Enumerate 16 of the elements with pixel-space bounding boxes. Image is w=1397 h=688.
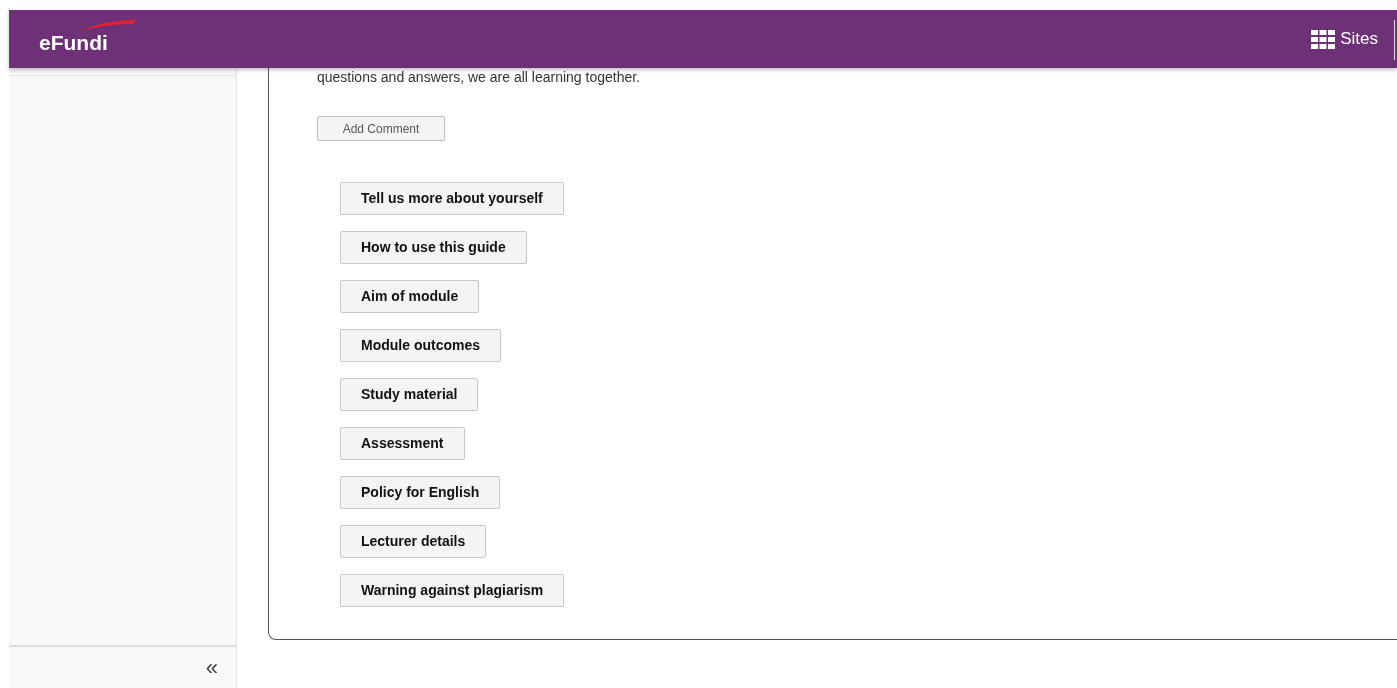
sites-link[interactable]: Sites <box>1340 26 1378 52</box>
page-link-button[interactable]: Policy for English <box>340 476 501 509</box>
page-link-button[interactable]: Warning against plagiarism <box>340 574 565 607</box>
intro-text: questions and answers, we are all learning together. <box>317 69 641 85</box>
swoosh-icon <box>77 17 137 32</box>
page-link-button[interactable]: Lecturer details <box>340 525 487 558</box>
page-link-button[interactable]: Study material <box>340 378 479 411</box>
page-link-button[interactable]: Assessment <box>340 427 465 460</box>
page-link-button[interactable]: Tell us more about yourself <box>340 182 564 215</box>
add-comment-button[interactable]: Add Comment <box>317 116 445 141</box>
page-link-button[interactable]: Aim of module <box>340 280 480 313</box>
page-link-button[interactable]: How to use this guide <box>340 231 527 264</box>
grid-icon <box>1311 29 1336 49</box>
collapse-button[interactable]: « <box>205 656 218 679</box>
logo[interactable]: eFundi <box>39 30 108 54</box>
page-link-button[interactable]: Module outcomes <box>340 329 501 362</box>
